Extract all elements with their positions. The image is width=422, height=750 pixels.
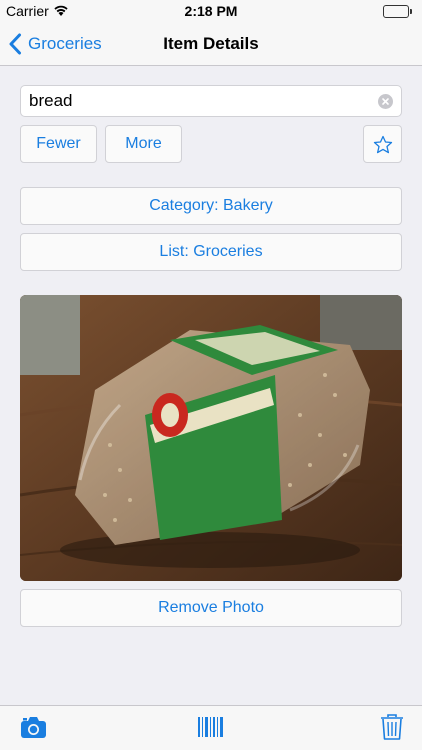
item-photo [20, 295, 402, 581]
trash-icon[interactable] [380, 713, 404, 741]
item-name-field [20, 85, 402, 117]
list-button[interactable]: List: Groceries [20, 233, 402, 271]
star-icon [373, 135, 393, 154]
favorite-button[interactable] [363, 125, 402, 163]
page-title: Item Details [163, 34, 259, 53]
remove-photo-button[interactable]: Remove Photo [20, 589, 402, 627]
battery-icon [383, 5, 413, 18]
bottom-toolbar [0, 705, 422, 750]
status-bar: Carrier 2:18 PM [0, 0, 422, 22]
status-time: 2:18 PM [184, 3, 238, 19]
item-details-screen: Carrier 2:18 PM Groceries Item Details b… [0, 0, 422, 750]
clear-icon[interactable] [378, 94, 393, 109]
barcode-icon[interactable] [196, 714, 226, 740]
item-name-input[interactable] [21, 86, 361, 116]
camera-icon[interactable] [20, 714, 47, 740]
navigation-bar: Groceries Item Details [0, 22, 422, 66]
more-button[interactable]: More [105, 125, 182, 163]
category-button[interactable]: Category: Bakery [20, 187, 402, 225]
fewer-button[interactable]: Fewer [20, 125, 97, 163]
